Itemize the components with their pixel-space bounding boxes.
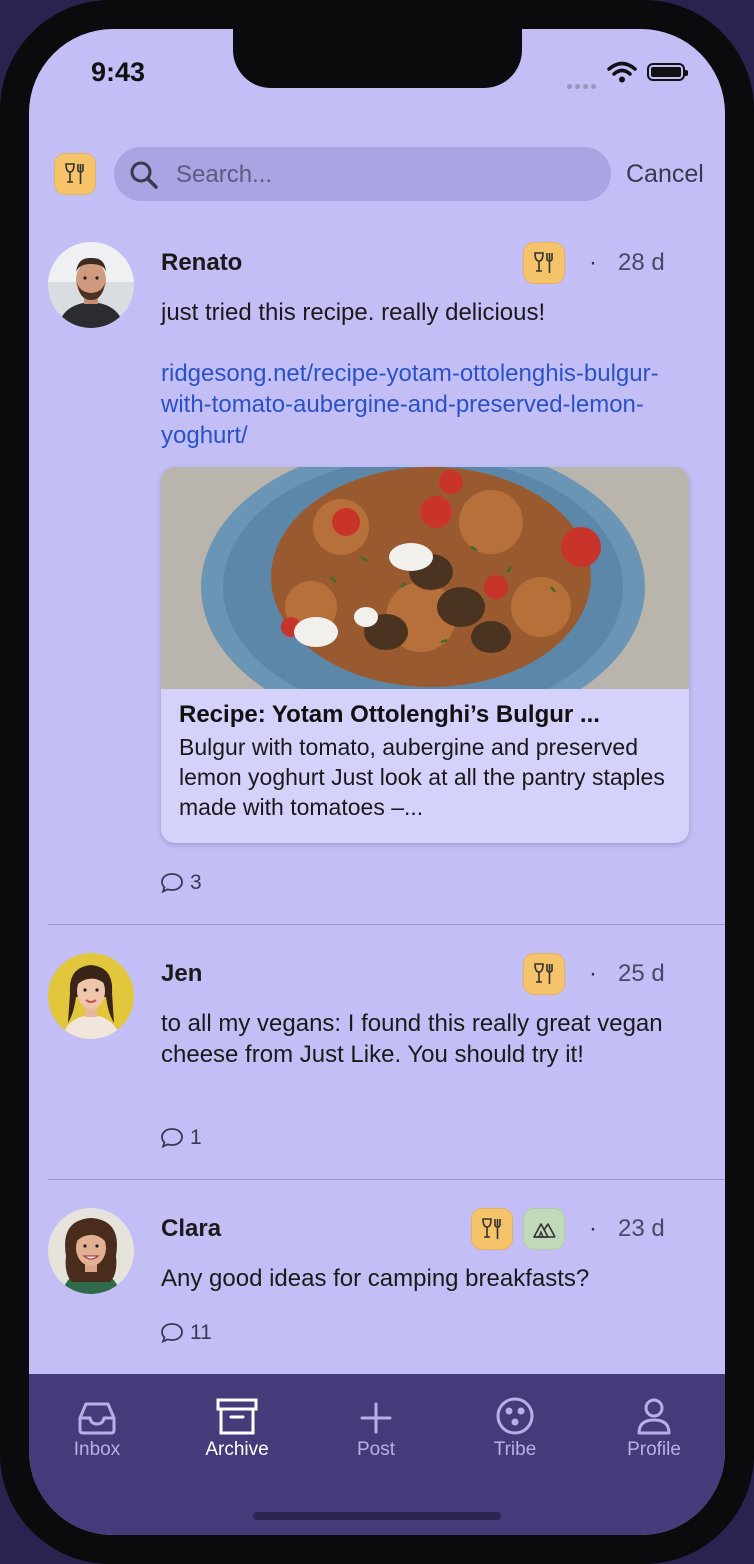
profile-icon [637, 1398, 671, 1435]
tab-label: Tribe [493, 1439, 537, 1460]
post-tag-badge [523, 242, 565, 284]
preview-description: Bulgur with tomato, aubergine and preser… [179, 734, 665, 820]
recipe-photo [161, 467, 689, 689]
comment-icon [161, 873, 183, 894]
search-icon [130, 161, 158, 189]
comment-icon [161, 1323, 183, 1344]
archive-icon [216, 1398, 258, 1435]
tab-archive[interactable]: Archive [187, 1394, 287, 1461]
tab-post[interactable]: Post [326, 1394, 426, 1461]
search-input[interactable] [174, 157, 598, 193]
avatar-image-clara [48, 1208, 134, 1294]
post-age: 25 d [618, 960, 665, 987]
tab-label: Archive [205, 1439, 269, 1460]
dining-icon [534, 252, 553, 273]
link-preview-card[interactable]: Recipe: Yotam Ottolenghi’s Bulgur ... Bu… [161, 467, 689, 843]
dining-icon [534, 963, 553, 984]
tribe-icon [496, 1397, 534, 1435]
post-divider [48, 924, 725, 925]
wifi-icon [607, 61, 637, 83]
dining-icon [482, 1218, 501, 1239]
comment-count-value: 11 [190, 1321, 212, 1344]
post-age: 28 d [618, 249, 665, 276]
inbox-icon [78, 1402, 116, 1435]
post-link[interactable]: ridgesong.net/recipe-yotam-ottolenghis-b… [161, 358, 681, 451]
author-name[interactable]: Jen [161, 960, 202, 988]
post-tag-badge [523, 953, 565, 995]
device-frame: 9:43 Cancel [0, 0, 754, 1564]
battery-icon [647, 63, 688, 81]
comment-count-value: 3 [190, 871, 202, 894]
author-name[interactable]: Clara [161, 1215, 221, 1243]
post-divider [48, 1179, 725, 1180]
separator-dot: · [589, 1215, 597, 1242]
author-name[interactable]: Renato [161, 249, 242, 277]
search-bar[interactable] [114, 147, 611, 201]
tab-inbox[interactable]: Inbox [47, 1394, 147, 1461]
camping-icon [533, 1223, 556, 1238]
post-tag-badge [471, 1208, 513, 1250]
cellular-icon [567, 76, 599, 94]
avatar-image-jen [48, 953, 134, 1039]
comment-count[interactable]: 11 [160, 1321, 212, 1345]
preview-title: Recipe: Yotam Ottolenghi’s Bulgur ... [179, 701, 600, 728]
post-text: Any good ideas for camping breakfasts? [161, 1265, 590, 1292]
post-text: to all my vegans: I found this really gr… [161, 1010, 663, 1068]
separator-dot: · [589, 960, 597, 987]
notch [233, 29, 522, 88]
status-icons [567, 59, 697, 89]
status-time: 9:43 [91, 57, 146, 87]
post-text: just tried this recipe. really delicious… [161, 299, 546, 326]
home-indicator[interactable] [253, 1512, 501, 1520]
tab-label: Profile [627, 1439, 681, 1460]
avatar[interactable] [48, 953, 134, 1039]
tab-tribe[interactable]: Tribe [465, 1394, 565, 1461]
dining-filter-icon[interactable] [54, 153, 96, 195]
avatar-image-renato [48, 242, 134, 328]
tab-label: Post [356, 1439, 396, 1460]
comment-icon [161, 1128, 183, 1149]
separator-dot: · [589, 249, 597, 276]
post-tag-badge [523, 1208, 565, 1250]
comment-count[interactable]: 1 [160, 1126, 202, 1150]
dining-icon [65, 163, 84, 184]
plus-icon [360, 1402, 392, 1434]
avatar[interactable] [48, 1208, 134, 1294]
tab-bar: Inbox Archive Post Tribe Profile [29, 1374, 725, 1535]
cancel-button[interactable]: Cancel [626, 160, 704, 189]
comment-count-value: 1 [190, 1126, 202, 1149]
tab-profile[interactable]: Profile [604, 1394, 704, 1461]
comment-count[interactable]: 3 [160, 871, 202, 895]
post-age: 23 d [618, 1215, 665, 1242]
tab-label: Inbox [73, 1439, 121, 1460]
app-screen: 9:43 Cancel [29, 29, 725, 1535]
avatar[interactable] [48, 242, 134, 328]
